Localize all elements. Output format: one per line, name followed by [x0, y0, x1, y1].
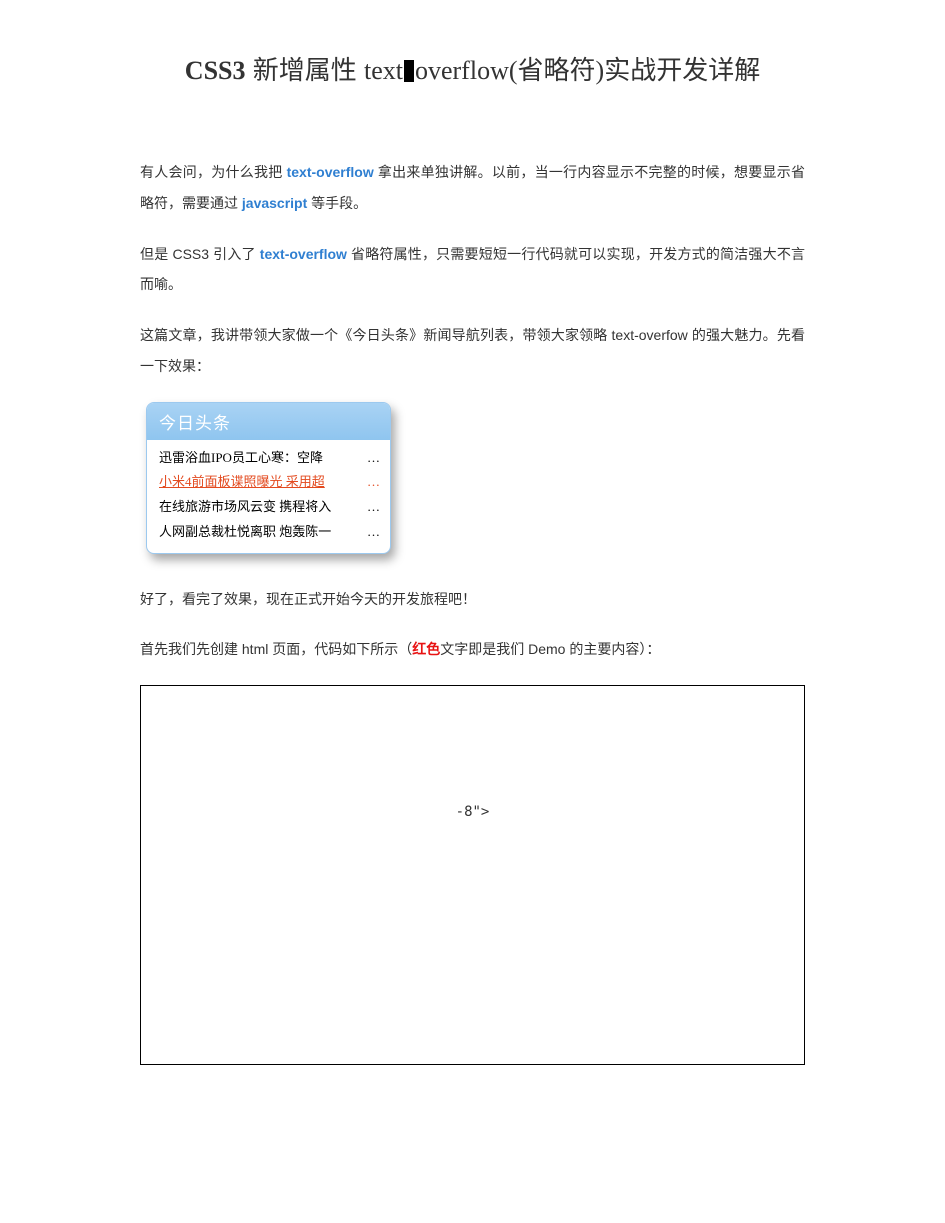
title-separator-block: [404, 60, 414, 82]
paragraph-2: 但是 CSS3 引入了 text-overflow 省略符属性，只需要短短一行代…: [140, 239, 805, 301]
title-cjk-3: 实战开发详解: [604, 55, 760, 85]
para1-t1: 有人会问，为什么我把: [140, 164, 287, 180]
para5-t2: 文字即是我们 Demo 的主要内容）：: [440, 641, 660, 657]
document-page: CSS3 新增属性 text overflow(省略符)实战开发详解 有人会问，为…: [0, 0, 945, 1223]
news-list: 迅雷浴血IPO员工心寒：空降 小米4前面板谍照曝光 采用超 在线旅游市场风云变 …: [147, 440, 390, 553]
title-text: text: [364, 56, 403, 85]
news-item[interactable]: 小米4前面板谍照曝光 采用超: [159, 470, 380, 495]
paragraph-1: 有人会问，为什么我把 text-overflow 拿出来单独讲解。以前，当一行内…: [140, 157, 805, 219]
keyword-text-overflow-1: text-overflow: [287, 164, 374, 180]
demo-screenshot: 今日头条 迅雷浴血IPO员工心寒：空降 小米4前面板谍照曝光 采用超 在线旅游市…: [146, 402, 805, 554]
para5-t1: 首先我们先创建 html 页面，代码如下所示（: [140, 641, 412, 657]
paragraph-4: 好了，看完了效果，现在正式开始今天的开发旅程吧！: [140, 584, 805, 615]
page-title: CSS3 新增属性 text overflow(省略符)实战开发详解: [140, 50, 805, 87]
para2-t1: 但是 CSS3 引入了: [140, 246, 260, 262]
news-item[interactable]: 迅雷浴血IPO员工心寒：空降: [159, 446, 380, 471]
title-css3: CSS3: [185, 56, 246, 85]
paragraph-5: 首先我们先创建 html 页面，代码如下所示（红色文字即是我们 Demo 的主要…: [140, 634, 805, 665]
paragraph-3: 这篇文章，我讲带领大家做一个《今日头条》新闻导航列表，带领大家领略 text-o…: [140, 320, 805, 382]
title-overflow: overflow(: [415, 56, 518, 85]
title-paren-close: ): [596, 56, 605, 85]
news-widget-header: 今日头条: [147, 403, 390, 440]
code-block: -8">: [140, 685, 805, 1065]
news-widget: 今日头条 迅雷浴血IPO员工心寒：空降 小米4前面板谍照曝光 采用超 在线旅游市…: [146, 402, 391, 554]
code-fragment: -8">: [141, 798, 804, 826]
title-cjk-1: 新增属性: [253, 55, 357, 85]
title-cjk-2: 省略符: [518, 55, 596, 85]
news-item[interactable]: 人网副总裁杜悦离职 炮轰陈一: [159, 520, 380, 545]
keyword-javascript: javascript: [242, 195, 307, 211]
news-item[interactable]: 在线旅游市场风云变 携程将入: [159, 495, 380, 520]
para1-t3: 等手段。: [311, 195, 367, 211]
red-text-marker: 红色: [412, 641, 440, 657]
keyword-text-overflow-2: text-overflow: [260, 246, 347, 262]
